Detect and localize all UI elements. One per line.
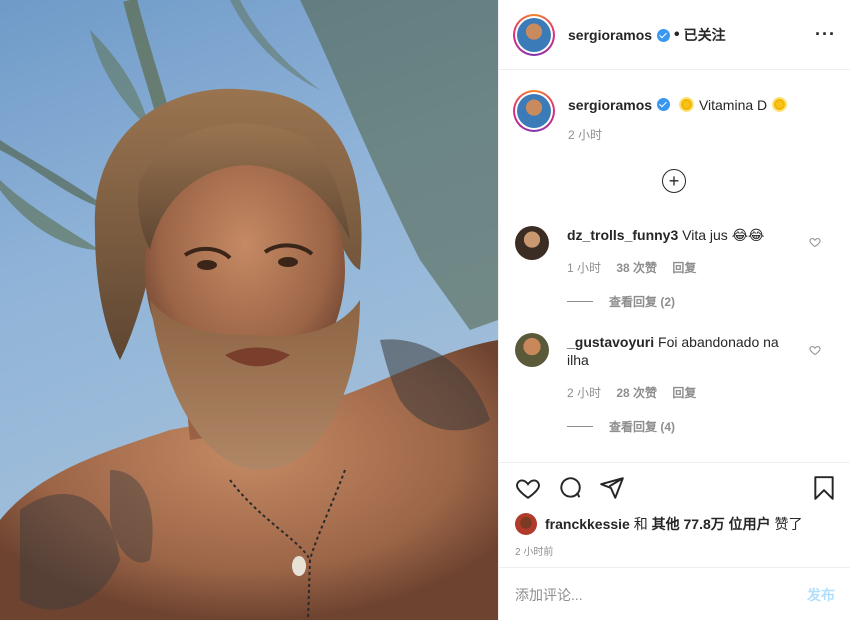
post-timestamp[interactable]: 2 小时前: [515, 543, 553, 558]
likes-summary: franckkessie 和 其他 77.8万 位用户 赞了: [515, 513, 803, 535]
liker-avatar[interactable]: [515, 513, 537, 535]
like-comment-heart-icon[interactable]: [809, 236, 821, 248]
comment-time[interactable]: 2 小时: [567, 386, 601, 400]
comment-input[interactable]: [515, 586, 807, 603]
sun-emoji-icon: [772, 97, 788, 112]
caption-username[interactable]: sergioramos: [568, 97, 652, 113]
view-replies-button[interactable]: 查看回复 (4): [567, 418, 675, 435]
reply-button[interactable]: 回复: [672, 261, 696, 275]
likes-count-button[interactable]: 其他 77.8万 位用户: [652, 514, 771, 534]
comment-time[interactable]: 1 小时: [567, 261, 601, 275]
caption-text: Vitamina D: [698, 97, 768, 113]
comment-bubble-icon[interactable]: [557, 475, 583, 501]
selfie-illustration: [0, 0, 498, 620]
post-photo[interactable]: [0, 0, 498, 620]
divider-line: [567, 426, 593, 427]
caption: sergioramos Vitamina D 2 小时: [499, 70, 850, 143]
share-paper-plane-icon[interactable]: [599, 475, 625, 501]
following-button[interactable]: 已关注: [684, 25, 726, 45]
comment-username[interactable]: dz_trolls_funny3: [567, 227, 678, 243]
post-comment-button[interactable]: 发布: [807, 585, 835, 605]
comment-text: Vita jus 😂😂: [682, 227, 765, 243]
like-heart-icon[interactable]: [515, 475, 541, 501]
verified-badge-icon: [657, 98, 671, 111]
author-username[interactable]: sergioramos: [568, 27, 652, 43]
save-bookmark-icon[interactable]: [811, 475, 837, 501]
avatar-image: [517, 17, 551, 52]
instagram-post: sergioramos • 已关注 ··· sergioramos Vitami…: [0, 0, 850, 620]
likes-connector: 和: [633, 516, 648, 532]
liker-username[interactable]: franckkessie: [545, 516, 630, 532]
comment-likes[interactable]: 28 次赞: [616, 386, 657, 400]
divider-line: [567, 301, 593, 302]
load-more-comments-icon[interactable]: +: [662, 169, 686, 193]
post-sidebar: sergioramos • 已关注 ··· sergioramos Vitami…: [498, 0, 850, 620]
verified-badge-icon: [657, 29, 671, 42]
header-separator: •: [674, 25, 680, 43]
caption-avatar[interactable]: [513, 90, 555, 132]
more-options-icon[interactable]: ···: [815, 24, 836, 45]
likes-suffix: 赞了: [774, 516, 803, 532]
sun-emoji-icon: [678, 97, 694, 112]
comment-username[interactable]: _gustavoyuri: [567, 334, 654, 350]
caption-time[interactable]: 2 小时: [568, 126, 792, 143]
view-replies-button[interactable]: 查看回复 (2): [567, 293, 675, 310]
commenter-avatar[interactable]: [515, 333, 549, 367]
comment-likes[interactable]: 38 次赞: [616, 261, 657, 275]
reply-button[interactable]: 回复: [672, 386, 696, 400]
commenter-avatar[interactable]: [515, 226, 549, 260]
view-replies-label: 查看回复 (2): [609, 295, 676, 309]
post-actions: franckkessie 和 其他 77.8万 位用户 赞了 2 小时前 发布: [499, 462, 850, 620]
like-comment-heart-icon[interactable]: [809, 344, 821, 356]
view-replies-label: 查看回复 (4): [609, 420, 676, 434]
author-avatar[interactable]: [513, 13, 555, 56]
post-header: sergioramos • 已关注 ···: [499, 0, 850, 70]
add-comment-bar: 发布: [499, 567, 850, 620]
